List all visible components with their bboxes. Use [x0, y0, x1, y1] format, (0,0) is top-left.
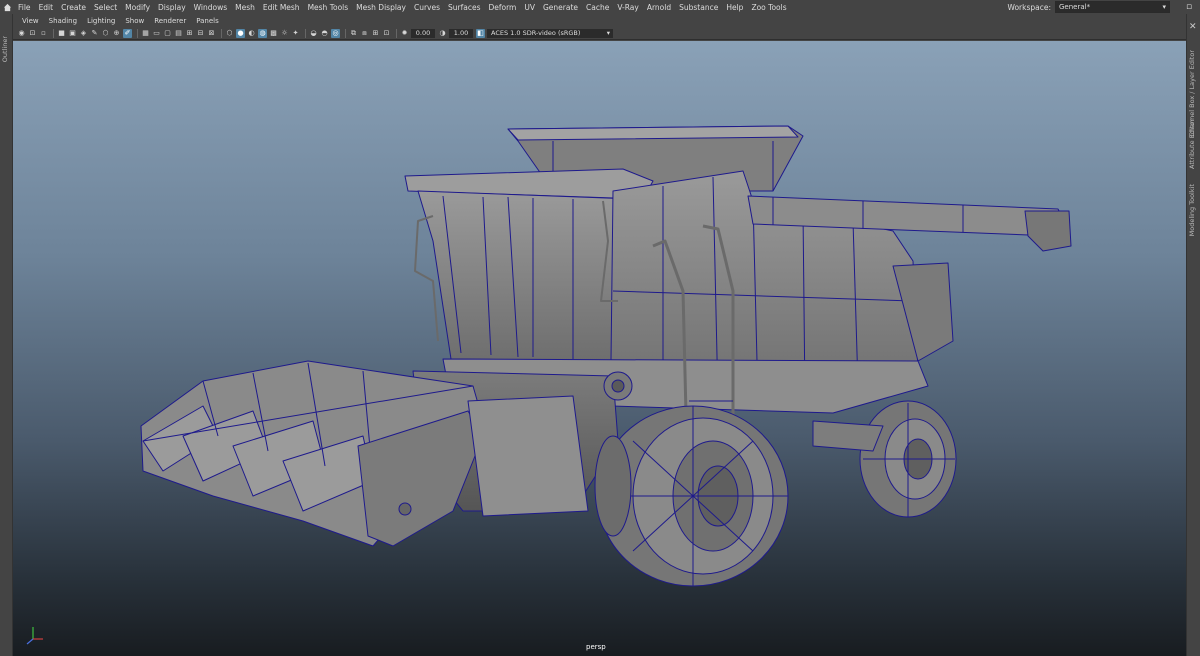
menu-mesh[interactable]: Mesh	[231, 3, 259, 12]
grease-pencil-icon[interactable]: ✎	[90, 29, 99, 38]
menu-deform[interactable]: Deform	[484, 3, 520, 12]
gate-mask-icon[interactable]: ▤	[174, 29, 183, 38]
chevron-down-icon: ▾	[606, 28, 610, 37]
menu-vray[interactable]: V-Ray	[613, 3, 642, 12]
workspace-dropdown[interactable]: General* ▾	[1055, 1, 1170, 13]
safe-action-icon[interactable]: ⊟	[196, 29, 205, 38]
menu-edit[interactable]: Edit	[35, 3, 58, 12]
shadows-icon[interactable]: ✦	[291, 29, 300, 38]
viewport-toolbar: ◉ ⊡ ▫ ■ ▣ ◈ ✎ ⬡ ⊕ ✐ ▦ ▭ ▢ ▤ ⊞ ⊟ ⊠ ⬡ ● ◐ …	[13, 27, 1186, 40]
menu-uv[interactable]: UV	[520, 3, 539, 12]
image-plane-icon[interactable]: ▣	[68, 29, 77, 38]
bookmarks-icon[interactable]: ■	[57, 29, 66, 38]
close-icon[interactable]: ✕	[1189, 22, 1197, 32]
panel-menu-renderer[interactable]: Renderer	[149, 17, 191, 25]
view-transform-dropdown[interactable]: ACES 1.0 SDR-video (sRGB) ▾	[487, 28, 613, 38]
home-icon[interactable]	[0, 0, 14, 14]
gamma-field[interactable]: 1.00	[449, 28, 473, 38]
color-management-icon[interactable]: ◧	[476, 28, 485, 38]
menu-mesh-display[interactable]: Mesh Display	[352, 3, 410, 12]
menu-surfaces[interactable]: Surfaces	[444, 3, 484, 12]
smooth-shade-icon[interactable]: ●	[236, 28, 245, 38]
menu-zoo-tools[interactable]: Zoo Tools	[747, 3, 790, 12]
panel-menu-panels[interactable]: Panels	[191, 17, 224, 25]
wireframe-icon[interactable]: ⬡	[225, 29, 234, 38]
main-menubar: File Edit Create Select Modify Display W…	[0, 0, 1200, 14]
left-dock-strip: Outliner	[0, 14, 13, 656]
menu-arnold[interactable]: Arnold	[643, 3, 675, 12]
view-transform-value: ACES 1.0 SDR-video (sRGB)	[491, 28, 581, 37]
menu-file[interactable]: File	[14, 3, 35, 12]
isolate-select-icon[interactable]: ⧉	[349, 29, 358, 38]
menu-substance[interactable]: Substance	[675, 3, 722, 12]
panel-menu-view[interactable]: View	[17, 17, 44, 25]
two-d-pan-icon[interactable]: ◈	[79, 29, 88, 38]
ambient-occlusion-icon[interactable]: ◒	[309, 29, 318, 38]
menu-mesh-tools[interactable]: Mesh Tools	[304, 3, 353, 12]
viewport-3d[interactable]: persp	[13, 41, 1186, 656]
xray-active-icon[interactable]: ⊡	[382, 29, 391, 38]
resolution-gate-icon[interactable]: ▢	[163, 29, 172, 38]
menu-display[interactable]: Display	[154, 3, 190, 12]
panel-menu-lighting[interactable]: Lighting	[82, 17, 120, 25]
chevron-down-icon: ▾	[1162, 3, 1166, 11]
lock-camera-icon[interactable]: ⊡	[28, 29, 37, 38]
workspace-selector: Workspace: General* ▾	[1007, 1, 1170, 13]
combine-harvester-model	[26, 125, 1072, 645]
safe-title-icon[interactable]: ⊠	[207, 29, 216, 38]
menu-windows[interactable]: Windows	[190, 3, 231, 12]
snap-icon[interactable]: ⊕	[112, 29, 121, 38]
menu-cache[interactable]: Cache	[582, 3, 613, 12]
workspace-label: Workspace:	[1007, 2, 1051, 12]
menu-curves[interactable]: Curves	[410, 3, 444, 12]
panel-menu-show[interactable]: Show	[120, 17, 149, 25]
film-gate-icon[interactable]: ▭	[152, 29, 161, 38]
panel-menu-shading[interactable]: Shading	[44, 17, 82, 25]
camera-name-label: persp	[586, 643, 606, 651]
wireframe-on-shaded-icon[interactable]: ◍	[258, 28, 267, 38]
menu-select[interactable]: Select	[90, 3, 121, 12]
field-chart-icon[interactable]: ⊞	[185, 29, 194, 38]
exposure-icon[interactable]: ✹	[400, 29, 409, 38]
window-restore-icon[interactable]: ▫	[1182, 0, 1196, 14]
panel-menubar: View Shading Lighting Show Renderer Pane…	[13, 15, 1186, 27]
pencil-active-icon[interactable]: ✐	[123, 28, 132, 38]
select-camera-icon[interactable]: ◉	[17, 29, 26, 38]
camera-attributes-icon[interactable]: ▫	[39, 29, 48, 38]
use-all-lights-icon[interactable]: ☼	[280, 29, 289, 38]
workspace-value: General*	[1059, 3, 1091, 11]
default-material-icon[interactable]: ◐	[247, 29, 256, 38]
exposure-field[interactable]: 0.00	[411, 28, 435, 38]
menu-help[interactable]: Help	[722, 3, 747, 12]
grid-icon[interactable]: ▦	[141, 29, 150, 38]
outliner-tab[interactable]: Outliner	[1, 36, 9, 62]
menu-modify[interactable]: Modify	[121, 3, 154, 12]
menu-create[interactable]: Create	[57, 3, 90, 12]
menu-edit-mesh[interactable]: Edit Mesh	[259, 3, 304, 12]
gamma-icon[interactable]: ◑	[438, 29, 447, 38]
attribute-editor-tab[interactable]: Attribute Editor	[1188, 119, 1196, 169]
modeling-toolkit-tab[interactable]: Modeling Toolkit	[1188, 184, 1196, 236]
xray-icon[interactable]: ⧈	[360, 29, 369, 38]
axis-gizmo	[26, 627, 43, 645]
motion-blur-icon[interactable]: ◓	[320, 29, 329, 38]
menu-generate[interactable]: Generate	[539, 3, 582, 12]
textured-icon[interactable]: ▩	[269, 29, 278, 38]
right-dock-strip: ✕ Channel Box / Layer Editor Attribute E…	[1186, 14, 1200, 656]
anti-aliasing-icon[interactable]: ◎	[331, 28, 340, 38]
xray-joints-icon[interactable]: ⊞	[371, 29, 380, 38]
anim-icon[interactable]: ⬡	[101, 29, 110, 38]
